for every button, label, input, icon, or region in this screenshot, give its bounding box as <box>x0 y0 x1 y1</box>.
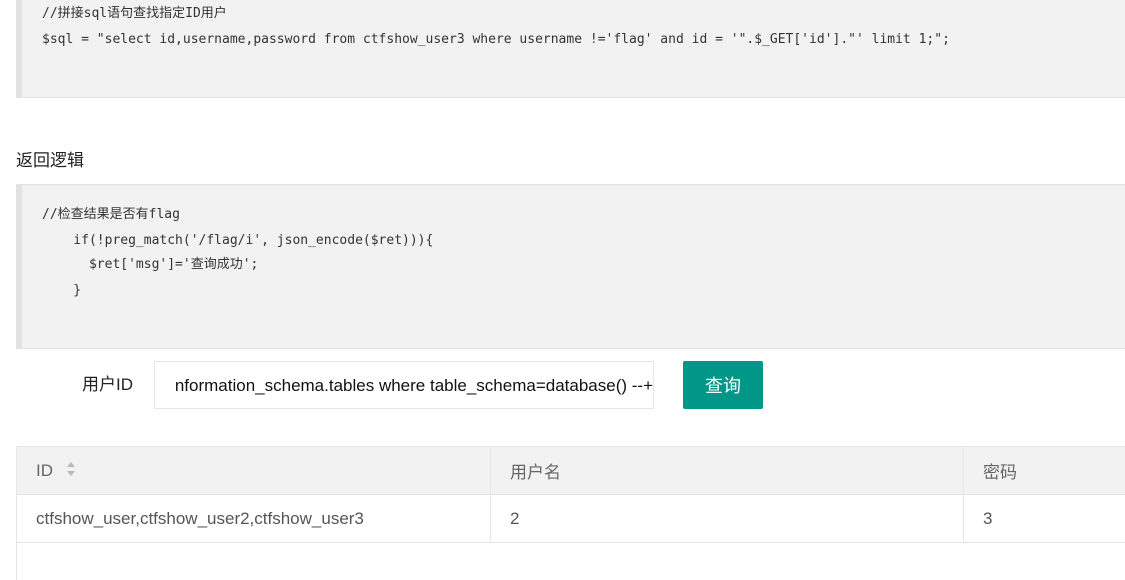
code-assign-line: $ret['msg']='查询成功'; <box>42 257 259 272</box>
user-id-input-value: nformation_schema.tables where table_sch… <box>174 376 653 395</box>
code-comment-line: //拼接sql语句查找指定ID用户 <box>42 6 227 21</box>
column-header-id[interactable]: ID <box>16 446 491 495</box>
section-title-return-logic: 返回逻辑 <box>16 151 84 170</box>
code-sql-line: $sql = "select id,username,password from… <box>42 32 950 47</box>
column-header-username: 用户名 <box>490 446 964 495</box>
sort-icon[interactable] <box>66 461 76 477</box>
table-row: ctfshow_user,ctfshow_user2,ctfshow_user3… <box>16 494 1125 543</box>
table-header-row: ID 用户名 密码 <box>16 446 1125 495</box>
return-logic-code-block: //检查结果是否有flag if(!preg_match('/flag/i', … <box>16 184 1125 349</box>
code-close-brace-line: } <box>42 283 82 298</box>
code-if-line: if(!preg_match('/flag/i', json_encode($r… <box>42 233 434 248</box>
user-id-input[interactable]: nformation_schema.tables where table_sch… <box>154 361 654 409</box>
column-header-password: 密码 <box>963 446 1125 495</box>
column-header-id-label: ID <box>36 460 53 480</box>
cell-password: 3 <box>963 494 1125 543</box>
code-comment-line: //检查结果是否有flag <box>42 207 180 222</box>
cell-username: 2 <box>490 494 964 543</box>
user-id-label: 用户ID <box>82 375 133 394</box>
page: //拼接sql语句查找指定ID用户 $sql = "select id,user… <box>0 0 1125 580</box>
query-button[interactable]: 查询 <box>683 361 763 409</box>
sort-icon-graphic <box>66 462 75 477</box>
result-table: ID 用户名 密码 ctfshow_user,ctfshow_user2,ctf… <box>16 446 1125 543</box>
sql-code-block: //拼接sql语句查找指定ID用户 $sql = "select id,user… <box>16 0 1125 98</box>
cell-id: ctfshow_user,ctfshow_user2,ctfshow_user3 <box>16 494 491 543</box>
table-empty-area <box>16 543 1125 580</box>
